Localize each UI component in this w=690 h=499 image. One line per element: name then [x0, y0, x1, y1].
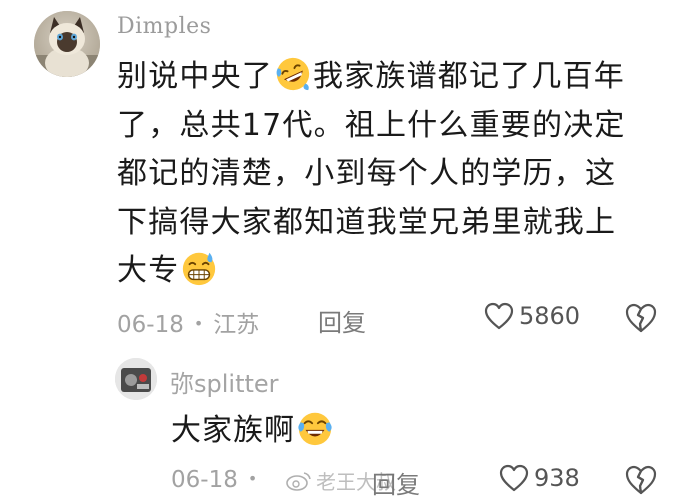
- reply-username[interactable]: 弥splitter: [170, 364, 279, 399]
- reply-date: 06-18: [171, 467, 238, 493]
- comment-meta: 06-18 • 江苏: [117, 305, 259, 339]
- weibo-icon: [286, 471, 311, 491]
- comment-line: 大专: [117, 247, 677, 296]
- reply-like-count: 938: [534, 464, 580, 492]
- comment-line-text: 别说中央了: [117, 59, 273, 94]
- comment-line-text: 了，总共17代。祖上什么重要的决定: [117, 107, 626, 143]
- cat-avatar-image: [34, 11, 100, 77]
- comment-line-text: 下搞得大家都知道我堂兄弟里就我上: [117, 204, 617, 240]
- comment-line: 都记的清楚，小到每个人的学历，这: [117, 150, 677, 199]
- comment-location: 江苏: [213, 312, 260, 338]
- comment-line: 下搞得大家都知道我堂兄弟里就我上: [117, 199, 677, 248]
- comment-thread: Dimples 别说中央了 我家族谱都记了几百年 了，总共17代。祖上什么重要的…: [0, 0, 690, 499]
- broken-heart-icon[interactable]: [624, 464, 658, 496]
- like-count: 5860: [519, 302, 581, 330]
- meta-separator: •: [247, 469, 258, 488]
- rofl-face-icon: [276, 57, 310, 91]
- comment-line-text: 大专: [117, 253, 180, 288]
- reply-like-button[interactable]: 938: [499, 464, 580, 492]
- broken-heart-icon[interactable]: [624, 302, 658, 334]
- reply-avatar-image: [115, 358, 157, 400]
- comment-line: 了，总共17代。祖上什么重要的决定: [117, 102, 677, 151]
- comment-username[interactable]: Dimples: [117, 14, 211, 39]
- reply-meta: 06-18 •: [171, 467, 267, 493]
- comment-line-text: 都记的清楚，小到每个人的学历，这: [117, 156, 617, 191]
- comment-date: 06-18: [117, 312, 184, 338]
- reply-button[interactable]: 回复: [318, 303, 366, 338]
- watermark-handle: 老王大叔: [316, 470, 396, 494]
- meta-separator: •: [193, 314, 204, 333]
- reply-text-content: 大家族啊: [171, 413, 295, 448]
- comment-line: 别说中央了 我家族谱都记了几百年: [117, 53, 677, 102]
- sweat-grin-face-icon: [183, 252, 216, 286]
- watermark: 老王大叔: [286, 466, 396, 495]
- reply-text: 大家族啊: [171, 407, 335, 455]
- like-button[interactable]: 5860: [484, 302, 580, 330]
- reply-avatar[interactable]: [115, 358, 157, 400]
- heart-icon: [484, 302, 514, 330]
- comment-text: 别说中央了 我家族谱都记了几百年 了，总共17代。祖上什么重要的决定 都记的清楚…: [117, 53, 677, 296]
- heart-icon: [499, 464, 529, 492]
- avatar[interactable]: [34, 11, 100, 77]
- tears-of-joy-face-icon: [298, 412, 332, 446]
- comment-line-text: 我家族谱都记了几百年: [313, 59, 625, 94]
